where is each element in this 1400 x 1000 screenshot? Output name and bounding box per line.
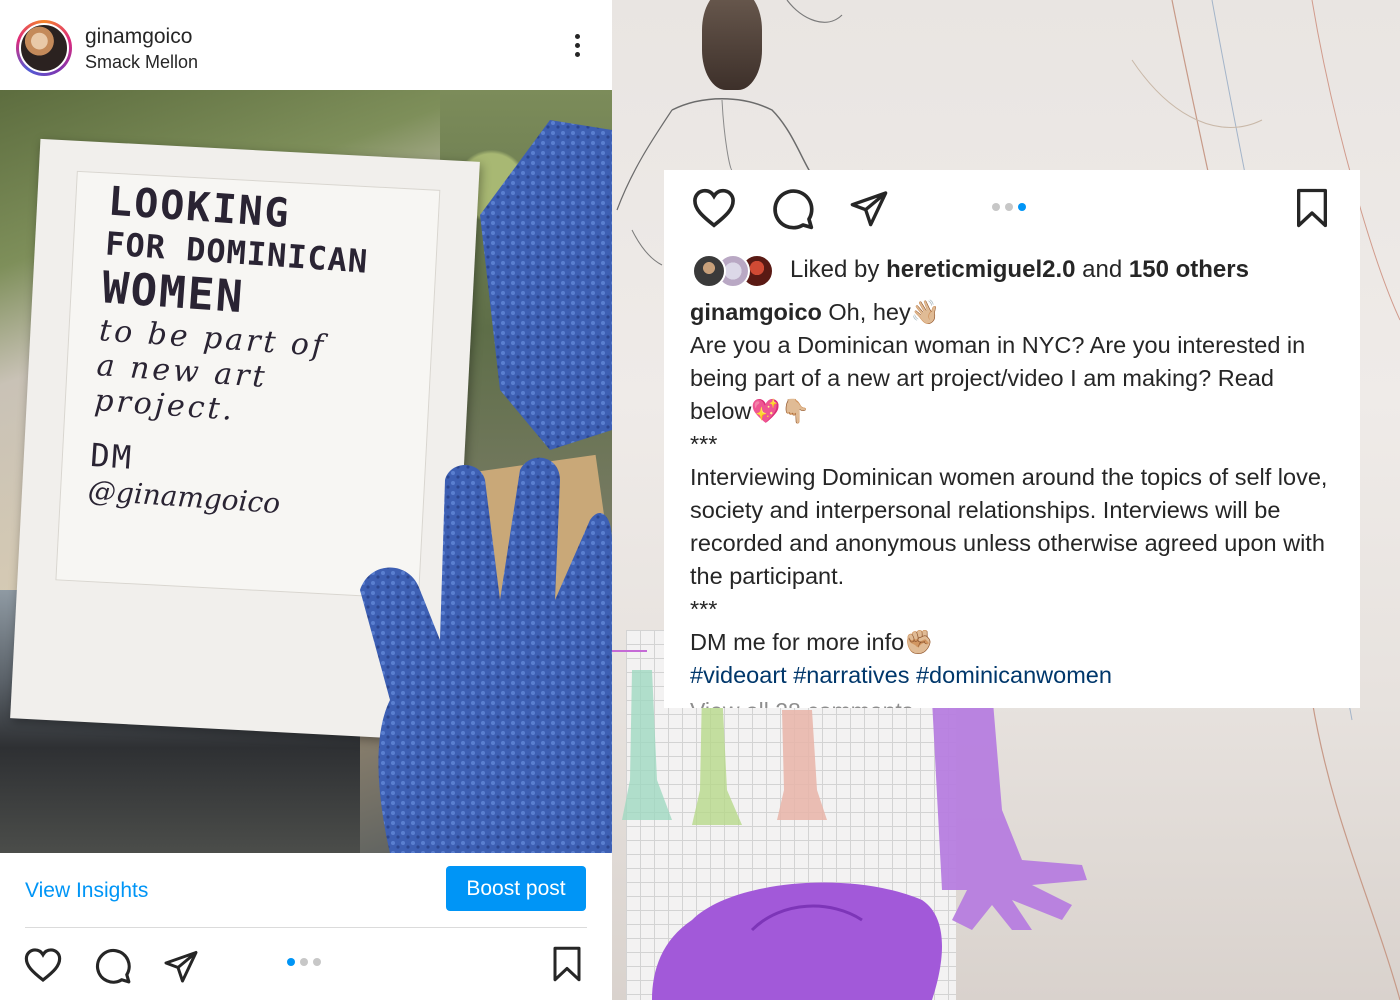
blue-hand-cutout xyxy=(360,120,612,853)
caption-username[interactable]: ginamgoico xyxy=(690,299,822,325)
liked-by-prefix: Liked by xyxy=(790,256,880,283)
carousel-dot xyxy=(313,958,321,966)
caption-separator: *** xyxy=(690,596,718,622)
bookmark-icon[interactable] xyxy=(1294,188,1330,228)
liked-by-avatars[interactable] xyxy=(692,254,782,288)
comment-icon[interactable] xyxy=(94,947,132,985)
caption-hashtags[interactable]: #videoart #narratives #dominicanwomen xyxy=(690,659,1340,692)
view-comments-link[interactable]: View all 28 comments xyxy=(690,698,913,708)
post-photo[interactable]: LOOKING FOR DOMINICAN WOMEN to be part o… xyxy=(0,90,612,853)
view-insights-link[interactable]: View Insights xyxy=(25,879,148,903)
liked-by-text[interactable]: Liked by hereticmiguel2.0 and 150 others xyxy=(790,256,1249,284)
liked-by-and: and xyxy=(1082,256,1123,283)
boost-post-button[interactable]: Boost post xyxy=(446,866,586,911)
post-header: ginamgoico Smack Mellon xyxy=(0,0,612,90)
liked-by-user[interactable]: hereticmiguel2.0 xyxy=(886,256,1075,283)
post-username[interactable]: ginamgoico xyxy=(85,25,192,49)
send-icon[interactable] xyxy=(848,188,890,228)
carousel-indicator xyxy=(287,958,321,966)
send-icon[interactable] xyxy=(162,948,200,984)
caption-separator: *** xyxy=(690,431,718,457)
avatar xyxy=(692,254,726,288)
caption-line: Oh, hey👋🏼 xyxy=(828,299,940,325)
bookmark-icon[interactable] xyxy=(551,946,583,982)
avatar[interactable] xyxy=(19,23,69,73)
more-options-icon[interactable] xyxy=(566,34,588,64)
caption-line: Interviewing Dominican women around the … xyxy=(690,464,1328,589)
liked-by-others[interactable]: 150 others xyxy=(1129,256,1249,283)
carousel-dot xyxy=(300,958,308,966)
heart-icon[interactable] xyxy=(24,947,62,983)
post-caption: ginamgoico Oh, hey👋🏼 Are you a Dominican… xyxy=(690,296,1340,692)
carousel-indicator xyxy=(992,203,1026,211)
post-actions xyxy=(0,928,612,1000)
post-location[interactable]: Smack Mellon xyxy=(85,52,198,73)
purple-fabric xyxy=(652,882,942,1000)
carousel-dot xyxy=(1018,203,1026,211)
carousel-dot xyxy=(1005,203,1013,211)
carousel-dot xyxy=(992,203,1000,211)
instagram-post-left: ginamgoico Smack Mellon LOOKING FOR DOMI… xyxy=(0,0,612,1000)
caption-line: Are you a Dominican woman in NYC? Are yo… xyxy=(690,332,1306,424)
story-ring[interactable] xyxy=(16,20,72,76)
carousel-dot xyxy=(287,958,295,966)
comment-icon[interactable] xyxy=(771,187,815,231)
heart-icon[interactable] xyxy=(692,188,736,228)
post-details-card: Liked by hereticmiguel2.0 and 150 others… xyxy=(664,170,1360,708)
caption-line: DM me for more info✊🏼 xyxy=(690,629,934,655)
